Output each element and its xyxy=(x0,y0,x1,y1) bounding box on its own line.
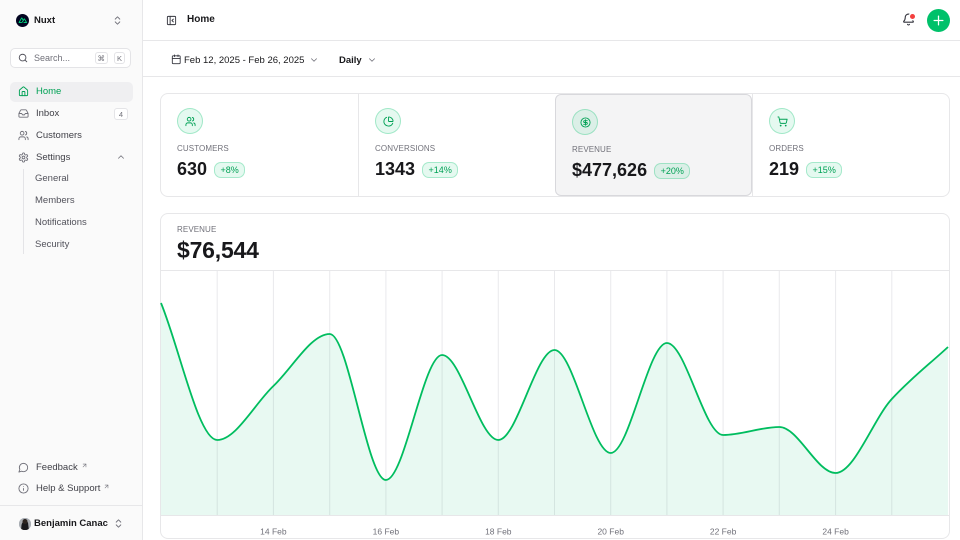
svg-text:16 Feb: 16 Feb xyxy=(373,527,400,537)
svg-text:18 Feb: 18 Feb xyxy=(485,527,512,537)
svg-text:20 Feb: 20 Feb xyxy=(597,527,624,537)
svg-text:24 Feb: 24 Feb xyxy=(822,527,849,537)
svg-text:14 Feb: 14 Feb xyxy=(260,527,287,537)
svg-text:22 Feb: 22 Feb xyxy=(710,527,737,537)
